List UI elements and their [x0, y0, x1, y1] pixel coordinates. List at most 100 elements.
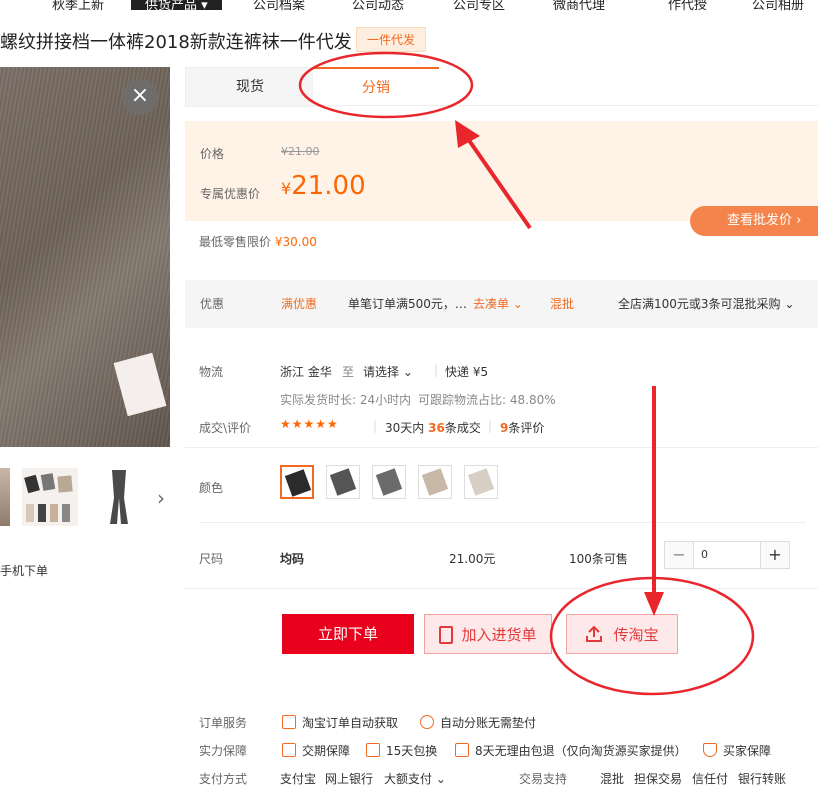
close-icon[interactable]: × — [122, 79, 158, 115]
separator: | — [488, 419, 493, 433]
review-summary[interactable]: 9条评价 — [500, 419, 544, 436]
original-price: ¥21.00 — [281, 145, 320, 158]
nav-item-auth[interactable]: 作代授 — [668, 0, 707, 12]
service-taobao-order: 淘宝订单自动获取 — [282, 714, 398, 731]
guarantee-return-text: 8天无理由包退（仅向淘货源买家提供） — [475, 744, 687, 758]
promo-detail: 单笔订单满500元，… — [348, 297, 467, 311]
guarantee-delivery-text: 交期保障 — [302, 744, 351, 758]
price-label: 价格 — [200, 147, 225, 161]
decrease-button[interactable]: − — [665, 542, 694, 568]
top-nav: 秋季上新 供货产品 ▾ 公司档案 公司动态 公司专区 微商代理 作代授 公司相册 — [0, 0, 818, 12]
size-stock: 100条可售 — [569, 552, 628, 566]
rating-stars: ★★★★★ — [280, 417, 339, 431]
color-label: 颜色 — [199, 481, 224, 495]
separator: | — [434, 363, 439, 377]
nav-item-zone[interactable]: 公司专区 — [453, 0, 505, 12]
product-title: 螺纹拼接档一体裤2018新款连裤袜一件代发 — [0, 32, 352, 53]
service-auto-split: 自动分账无需垫付 — [420, 714, 536, 731]
payment-label: 支付方式 — [199, 772, 248, 786]
nav-item-new[interactable]: 秋季上新 — [52, 0, 104, 12]
trace-rate: 可跟踪物流占比: 48.80% — [418, 393, 556, 407]
push-to-taobao-label: 传淘宝 — [613, 626, 659, 644]
pay-online-bank: 网上银行 — [325, 772, 374, 786]
trade-trust-pay: 信任付 — [692, 772, 729, 786]
color-swatch[interactable] — [280, 465, 314, 499]
document-icon — [282, 715, 296, 729]
upload-icon — [586, 625, 603, 642]
add-to-cart-label: 加入进货单 — [461, 626, 537, 644]
color-swatch[interactable] — [464, 465, 498, 499]
divider — [199, 522, 806, 523]
thumbnail-3[interactable] — [102, 468, 136, 526]
min-retail-row: 最低零售限价 ¥30.00 — [199, 233, 317, 250]
swatch-fill — [467, 468, 495, 496]
dropship-badge: 一件代发 — [356, 27, 427, 52]
destination-select[interactable]: 请选择 ⌄ — [363, 363, 413, 380]
guarantee-exchange-text: 15天包换 — [386, 744, 438, 758]
deals-label: 成交\评价 — [199, 421, 252, 435]
order-now-button[interactable]: 立即下单 — [282, 614, 414, 654]
deal-days: 30天内 — [385, 421, 425, 435]
thumbnail-2-image — [22, 468, 78, 526]
nav-item-profile[interactable]: 公司档案 — [253, 0, 305, 12]
exclusive-price-value: 21.00 — [291, 171, 366, 201]
view-wholesale-button[interactable]: 查看批发价 › — [690, 206, 818, 236]
promo-label: 优惠 — [200, 297, 225, 311]
nav-item-album[interactable]: 公司相册 — [752, 0, 804, 12]
swatch-fill — [329, 468, 357, 496]
thumbnail-2[interactable] — [22, 468, 78, 526]
coin-icon — [420, 715, 434, 729]
guarantee-buyer: 买家保障 — [703, 742, 771, 759]
annotation-arrowhead-taobao — [644, 592, 664, 616]
guarantee-buyer-text: 买家保障 — [723, 744, 772, 758]
mix-detail[interactable]: 全店满100元或3条可混批采购 ⌄ — [618, 295, 794, 312]
thumbnail-1[interactable] — [0, 468, 10, 526]
trade-escrow: 担保交易 — [634, 772, 683, 786]
quantity-stepper: − 0 + — [664, 541, 790, 569]
shield-icon — [703, 743, 717, 757]
service-taobao-order-text: 淘宝订单自动获取 — [302, 716, 399, 730]
color-swatch[interactable] — [372, 465, 406, 499]
product-main-image[interactable] — [0, 67, 170, 447]
trade-mixed: 混批 — [600, 772, 625, 786]
deal-suffix: 条成交 — [444, 421, 481, 435]
trade-bank-transfer: 银行转账 — [738, 772, 787, 786]
promotion-row: 优惠 满优惠 单笔订单满500元，… 去凑单 ⌄ 混批 全店满100元或3条可混… — [185, 280, 818, 328]
review-suffix: 条评价 — [508, 421, 545, 435]
ship-time: 实际发货时长: 24小时内 — [280, 393, 412, 407]
min-retail-label: 最低零售限价 — [199, 235, 272, 249]
size-price: 21.00元 — [449, 552, 496, 566]
color-swatch[interactable] — [326, 465, 360, 499]
guarantee-exchange: 15天包换 — [366, 742, 437, 759]
order-service-label: 订单服务 — [199, 716, 248, 730]
service-auto-split-text: 自动分账无需垫付 — [440, 716, 537, 730]
ship-origin: 浙江 金华 — [280, 365, 332, 379]
guarantee-delivery: 交期保障 — [282, 742, 350, 759]
purchase-tabs: 现货 分销 — [185, 67, 818, 107]
increase-button[interactable]: + — [760, 542, 789, 568]
mobile-order-link[interactable]: 手机下单 — [0, 562, 48, 579]
swatch-fill — [421, 468, 449, 496]
currency-symbol: ¥ — [281, 179, 292, 198]
quantity-input[interactable]: 0 — [701, 548, 708, 561]
express-fee: 快递 ¥5 — [445, 365, 489, 379]
nav-item-news[interactable]: 公司动态 — [352, 0, 404, 12]
nav-item-agent[interactable]: 微商代理 — [553, 0, 605, 12]
size-value[interactable]: 均码 — [280, 550, 304, 567]
nav-item-products[interactable]: 供货产品 ▾ — [131, 0, 222, 12]
go-order-link[interactable]: 去凑单 ⌄ — [473, 295, 523, 312]
tab-spot[interactable]: 现货 — [185, 67, 315, 107]
divider — [185, 447, 818, 448]
chevron-right-icon[interactable]: › — [157, 486, 165, 510]
tab-distribution[interactable]: 分销 — [313, 67, 439, 105]
add-to-cart-button[interactable]: 加入进货单 — [424, 614, 552, 654]
ship-to-label: 至 — [342, 365, 355, 379]
color-swatch[interactable] — [418, 465, 452, 499]
logistics-label: 物流 — [199, 365, 224, 379]
push-to-taobao-button[interactable]: 传淘宝 — [566, 614, 678, 654]
exclusive-price: ¥21.00 — [281, 171, 366, 201]
divider — [185, 588, 818, 589]
min-retail-value: ¥30.00 — [274, 235, 317, 249]
pay-large-amount[interactable]: 大额支付 ⌄ — [384, 770, 446, 787]
pay-alipay: 支付宝 — [280, 772, 317, 786]
